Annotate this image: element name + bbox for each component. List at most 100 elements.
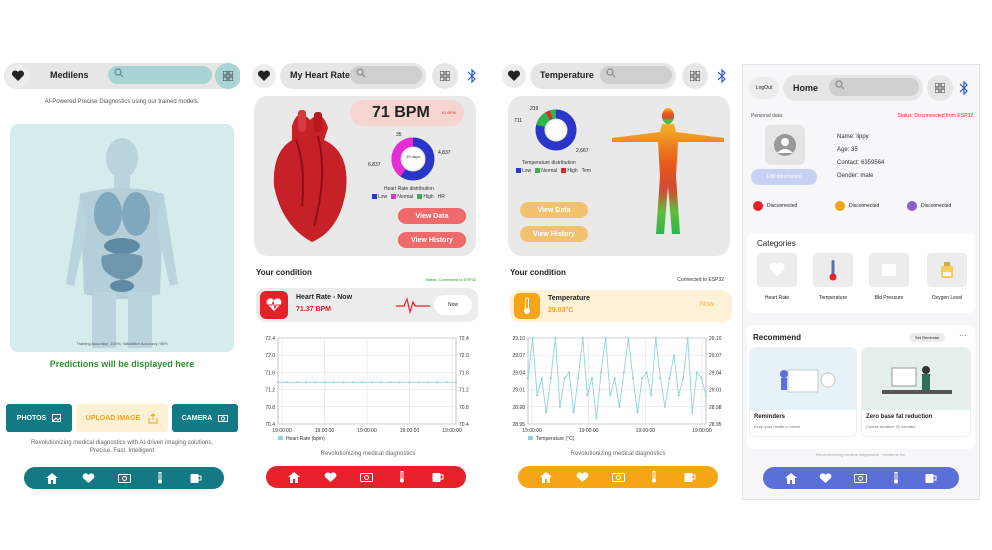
temperature-donut: [535, 109, 577, 151]
legend-high: High: [567, 168, 578, 174]
data-point: [686, 336, 689, 340]
accuracy-text: Training Accuracy: 100%, Validation Accu…: [76, 341, 168, 346]
y-tick-label-right: 29.07: [709, 353, 722, 359]
data-point: [445, 381, 448, 384]
legend-tem: Tem: [581, 168, 592, 174]
x-tick-label: 19:00:00: [272, 428, 292, 434]
thermometer-icon[interactable]: [647, 470, 661, 484]
data-point: [567, 371, 571, 374]
legend-low: Low: [522, 168, 532, 174]
home-icon[interactable]: [784, 471, 798, 485]
y-tick-label-left: 29.04: [512, 370, 525, 376]
bluetooth-icon[interactable]: [467, 68, 477, 84]
data-point: [613, 377, 616, 380]
grid-menu-button[interactable]: [432, 63, 458, 89]
grid-menu-button[interactable]: [215, 63, 240, 89]
data-point: [305, 381, 308, 384]
predictions-text: Predictions will be displayed here: [49, 359, 195, 369]
heart-pulse-icon[interactable]: [575, 470, 589, 484]
upload-image-button[interactable]: UPLOAD IMAGE: [76, 404, 168, 432]
oxygen-icon: [941, 262, 953, 278]
y-tick-label-right: 71.2: [459, 388, 469, 394]
heart-pulse-icon[interactable]: [819, 471, 833, 485]
camera-icon: [218, 415, 229, 422]
search-icon: [356, 68, 366, 78]
category-heart-rate[interactable]: [757, 253, 797, 287]
temperature-status-icon: [835, 201, 845, 211]
grid-menu-button[interactable]: [927, 75, 953, 101]
ecg-wave-icon: [396, 297, 430, 314]
search-input[interactable]: [350, 66, 422, 84]
search-input[interactable]: [600, 66, 672, 84]
data-point: [323, 381, 326, 384]
category-temperature[interactable]: [813, 253, 853, 287]
home-icon[interactable]: [287, 470, 301, 484]
heart-pulse-icon[interactable]: [81, 471, 95, 485]
camera-nav-icon[interactable]: [117, 471, 131, 485]
thermometer-icon[interactable]: [395, 470, 409, 484]
camera-nav-icon[interactable]: [611, 470, 625, 484]
tagline: AI-Powered Precise Diagnostics using our…: [44, 99, 200, 105]
bluetooth-icon[interactable]: [717, 68, 727, 84]
heart-rate-card: Heart Rate - Now 71.37 BPM Now: [256, 288, 478, 322]
age-field: Age: 35: [837, 147, 858, 153]
cup-icon[interactable]: [189, 471, 203, 485]
thermometer-icon[interactable]: [889, 471, 903, 485]
camera-nav-icon[interactable]: [359, 470, 373, 484]
data-point: [631, 377, 635, 380]
name-field: Name: lippy: [837, 134, 869, 140]
data-point: [700, 377, 703, 380]
search-input[interactable]: [829, 78, 919, 96]
now-button[interactable]: Now: [700, 301, 714, 308]
footer-text: Revolutionizing medical diagnostics · Me…: [815, 452, 907, 457]
cup-icon[interactable]: [924, 471, 938, 485]
y-tick-label-right: 71.6: [459, 370, 469, 376]
fat-reduction-card[interactable]: Zero base fat reduction Course duration …: [861, 347, 971, 437]
home-icon[interactable]: [539, 470, 553, 484]
fat-reduction-title: Zero base fat reduction: [866, 414, 933, 420]
data-point: [526, 377, 530, 380]
data-point: [595, 417, 598, 420]
camera-nav-icon[interactable]: [854, 471, 868, 485]
plot-frame: [527, 337, 707, 425]
heart-pulse-icon[interactable]: [323, 470, 337, 484]
home-icon[interactable]: [45, 471, 59, 485]
cup-icon[interactable]: [683, 470, 697, 484]
grid-menu-button[interactable]: [682, 63, 708, 89]
view-history-button[interactable]: View History: [398, 232, 466, 248]
heart-logo-icon[interactable]: [252, 64, 276, 88]
data-point: [379, 381, 383, 384]
series-line: [527, 337, 707, 419]
y-tick-label-left: 29.07: [512, 353, 525, 359]
more-icon[interactable]: ⋯: [959, 331, 967, 340]
camera-button[interactable]: CAMERA: [172, 404, 238, 432]
heart-rate-screen: My Heart Rate 71 BPM 61 BPM 29 days 35 4…: [252, 62, 484, 502]
view-data-button[interactable]: View Data: [520, 202, 588, 218]
data-point: [531, 336, 534, 340]
categories-card: Categories Heart Rate Temperature Bld Pr…: [747, 233, 975, 313]
edit-information-button[interactable]: Edit Information: [751, 169, 817, 185]
heart-logo-icon[interactable]: [6, 64, 30, 88]
bluetooth-icon[interactable]: [959, 80, 969, 96]
category-oxygen-level[interactable]: [927, 253, 967, 287]
heart-status-text: Disconnected: [767, 203, 798, 209]
x-tick-label: 19:00:00: [579, 428, 599, 434]
top-bar: Medilens: [4, 62, 240, 90]
data-point: [558, 405, 562, 408]
reminders-card[interactable]: Reminders Keep your health in check: [749, 347, 857, 437]
search-input[interactable]: [108, 66, 212, 84]
set-reminder-button[interactable]: Set Reminder: [909, 333, 946, 342]
heart-logo-icon[interactable]: [502, 64, 526, 88]
photos-button[interactable]: PHOTOS: [6, 404, 72, 432]
cup-icon[interactable]: [431, 470, 445, 484]
view-data-button[interactable]: View Data: [398, 208, 466, 224]
y-tick-label-right: 29.01: [709, 388, 722, 394]
view-history-button[interactable]: View History: [520, 226, 588, 242]
logout-button[interactable]: LogOut: [749, 77, 779, 99]
distribution-title: Temperature distribution: [522, 160, 576, 166]
reminders-illustration: [750, 348, 856, 410]
thermometer-icon[interactable]: [153, 471, 167, 485]
personal-data-label: Personal data:: [751, 113, 784, 119]
now-button[interactable]: Now: [434, 295, 472, 315]
category-blood-pressure[interactable]: [869, 253, 909, 287]
